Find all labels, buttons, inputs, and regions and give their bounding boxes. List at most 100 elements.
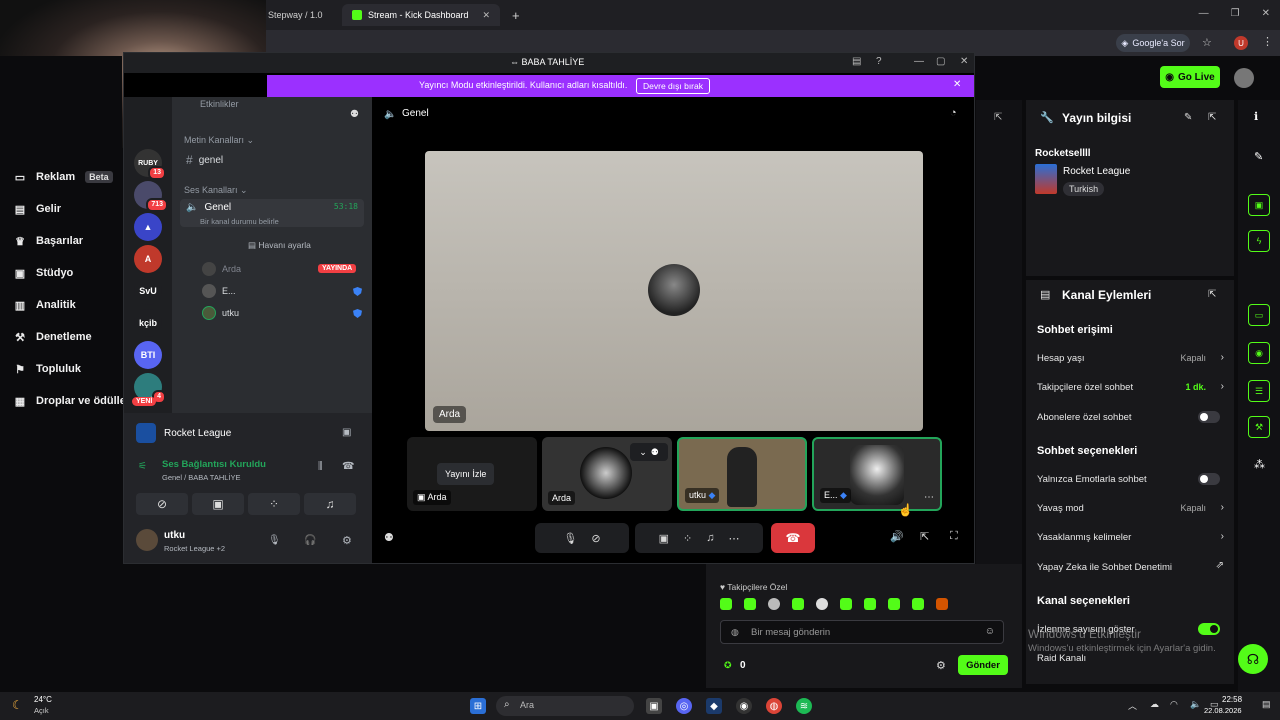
task-view-icon[interactable]: ▣ bbox=[646, 698, 662, 714]
leave-call-button[interactable]: ☎ bbox=[771, 523, 815, 553]
profile-avatar[interactable]: U bbox=[1234, 36, 1248, 50]
popout-icon[interactable]: ⇱ bbox=[920, 530, 929, 543]
minimize-icon[interactable]: — bbox=[914, 56, 924, 67]
browser-tab-active[interactable]: Stream - Kick Dashboard ✕ bbox=[342, 4, 500, 26]
invite-icon[interactable]: ⚉ bbox=[384, 531, 394, 544]
chrome-icon[interactable]: ◍ bbox=[766, 698, 782, 714]
voice-member[interactable]: E... bbox=[202, 284, 236, 298]
server-icon[interactable]: kçib bbox=[134, 309, 162, 337]
noise-suppression-icon[interactable]: ⫼ bbox=[318, 461, 323, 472]
disable-streamer-mode-button[interactable]: Devre dışı bırak bbox=[636, 78, 710, 94]
start-icon[interactable]: ⊞ bbox=[470, 698, 486, 714]
voice-location[interactable]: Genel / BABA TAHLİYE bbox=[162, 473, 241, 482]
emoji-icon[interactable]: ☺ bbox=[985, 626, 995, 637]
pencil-icon[interactable]: ✎ bbox=[1254, 150, 1263, 163]
chat-input[interactable]: ◍ Bir mesaj gönderin ☺ bbox=[720, 620, 1004, 644]
events-item[interactable]: Etkinlikler bbox=[200, 99, 239, 109]
voice-member[interactable]: Arda bbox=[202, 262, 241, 276]
speaker-icon[interactable]: 🔈 bbox=[1190, 699, 1201, 710]
screen-share-icon[interactable]: ▣ bbox=[659, 532, 669, 545]
more-options-icon[interactable]: ⋯ bbox=[728, 532, 739, 545]
maximize-icon[interactable]: ▢ bbox=[936, 56, 945, 67]
set-atmosphere-button[interactable]: ▤ Havanı ayarla bbox=[248, 240, 311, 251]
popout-icon[interactable]: ⇱ bbox=[994, 112, 1002, 123]
broadcast-icon[interactable]: ◉ bbox=[1248, 342, 1270, 364]
inbox-icon[interactable]: ▤ bbox=[852, 56, 861, 67]
maximize-icon[interactable]: ❐ bbox=[1231, 8, 1240, 19]
video-tile[interactable]: E... ◆ ⋯ bbox=[812, 437, 942, 511]
activity-settings-icon[interactable]: ▣ bbox=[342, 427, 351, 438]
discord-app-icon[interactable]: ◎ bbox=[676, 698, 692, 714]
server-icon[interactable]: RUBY 13 bbox=[134, 149, 166, 180]
camera-off-button[interactable]: ⊘ bbox=[136, 493, 188, 515]
chat-icon[interactable]: ▭ bbox=[1248, 304, 1270, 326]
disconnect-icon[interactable]: ☎ bbox=[342, 461, 354, 472]
show-viewers-toggle[interactable] bbox=[1198, 623, 1220, 635]
server-icon[interactable]: SvU bbox=[134, 277, 162, 305]
headphones-icon[interactable]: 🎧 bbox=[304, 535, 316, 546]
microphone-icon[interactable]: 🎙 bbox=[563, 532, 577, 545]
server-icon[interactable]: 713 bbox=[134, 181, 168, 212]
microphone-icon[interactable]: 🎙 bbox=[268, 535, 281, 546]
notification-icon[interactable]: ▤ bbox=[1262, 699, 1271, 710]
emote-icon[interactable] bbox=[792, 598, 804, 610]
popout-icon[interactable]: ⇱ bbox=[1208, 289, 1216, 300]
sidebar-item-studyo[interactable]: ▣ Stüdyo bbox=[14, 267, 73, 280]
sidebar-item-gelir[interactable]: ▤ Gelir bbox=[14, 203, 61, 216]
support-icon[interactable]: ☊ bbox=[1238, 644, 1268, 674]
sidebar-item-denetleme[interactable]: ⚒ Denetleme bbox=[14, 331, 92, 344]
weather-temp[interactable]: 24°C bbox=[34, 695, 52, 704]
emote-icon[interactable] bbox=[936, 598, 948, 610]
server-icon[interactable]: BTI bbox=[134, 341, 162, 369]
clock-time[interactable]: 22:58 bbox=[1222, 695, 1242, 704]
wifi-icon[interactable]: ◠ bbox=[1170, 699, 1178, 710]
minimize-icon[interactable]: — bbox=[1199, 8, 1209, 19]
text-category[interactable]: Metin Kanalları ⌄ bbox=[184, 135, 254, 146]
bookmark-star-icon[interactable]: ☆ bbox=[1202, 36, 1212, 49]
close-tab-icon[interactable]: ✕ bbox=[482, 10, 490, 21]
activities-icon[interactable]: ⁘ bbox=[683, 532, 692, 545]
edit-icon[interactable]: ✎ bbox=[1184, 112, 1192, 123]
google-ask-button[interactable]: ◈ Google'a Sor bbox=[1116, 34, 1190, 52]
spotify-icon[interactable]: ≋ bbox=[796, 698, 812, 714]
tray-chevron-icon[interactable]: ︿ bbox=[1128, 699, 1137, 712]
emote-icon[interactable] bbox=[720, 598, 732, 610]
channel-genel-text[interactable]: # genel bbox=[180, 149, 364, 171]
tile-options[interactable]: ⌄ ⚉ bbox=[630, 443, 668, 461]
sidebar-item-basarilar[interactable]: ♛ Başarılar bbox=[14, 235, 83, 248]
player-icon[interactable]: ▣ bbox=[1248, 194, 1270, 216]
emote-icon[interactable] bbox=[888, 598, 900, 610]
watch-stream-button[interactable]: Yayını İzle bbox=[437, 463, 495, 485]
list-icon[interactable]: ☰ bbox=[1248, 380, 1270, 402]
popout-icon[interactable]: ⇱ bbox=[1208, 112, 1216, 123]
people-icon[interactable]: ⁂ bbox=[1254, 458, 1265, 471]
user-name[interactable]: utku bbox=[164, 530, 185, 541]
go-live-button[interactable]: ◉ Go Live bbox=[1160, 66, 1220, 88]
camera-off-icon[interactable]: ⊘ bbox=[591, 532, 600, 545]
close-window-icon[interactable]: ✕ bbox=[1262, 8, 1270, 19]
subscribers-only-toggle[interactable] bbox=[1198, 411, 1220, 423]
emote-icon[interactable] bbox=[744, 598, 756, 610]
soundboard-button[interactable]: ♫ bbox=[304, 493, 356, 515]
video-tile[interactable]: utku ◆ bbox=[677, 437, 807, 511]
volume-icon[interactable]: 🔊 bbox=[890, 530, 904, 543]
browser-tab[interactable]: Stepway / 1.0 bbox=[258, 4, 342, 26]
chat-bubble-icon[interactable]: ◔ bbox=[950, 107, 957, 119]
settings-gear-icon[interactable]: ⚙ bbox=[342, 534, 352, 547]
menu-dots-icon[interactable]: ⋮ bbox=[1262, 35, 1273, 48]
emote-icon[interactable] bbox=[840, 598, 852, 610]
video-tile[interactable]: Arda ⌄ ⚉ bbox=[542, 437, 672, 511]
settings-gear-icon[interactable]: ⚙ bbox=[936, 659, 946, 672]
emote-icon[interactable] bbox=[816, 598, 828, 610]
send-button[interactable]: Gönder bbox=[958, 655, 1008, 675]
avatar[interactable] bbox=[136, 529, 158, 551]
soundboard-icon[interactable]: ♫ bbox=[706, 532, 714, 544]
emote-icon[interactable] bbox=[768, 598, 780, 610]
emote-only-toggle[interactable] bbox=[1198, 473, 1220, 485]
more-options-icon[interactable]: ⋯ bbox=[924, 492, 934, 503]
close-window-icon[interactable]: ✕ bbox=[960, 56, 968, 67]
cloud-icon[interactable]: ☁ bbox=[1150, 699, 1159, 710]
sidebar-item-analitik[interactable]: ▥ Analitik bbox=[14, 299, 76, 312]
video-tile[interactable]: Yayını İzle ▣ Arda bbox=[407, 437, 537, 511]
lightning-icon[interactable]: ϟ bbox=[1248, 230, 1270, 252]
